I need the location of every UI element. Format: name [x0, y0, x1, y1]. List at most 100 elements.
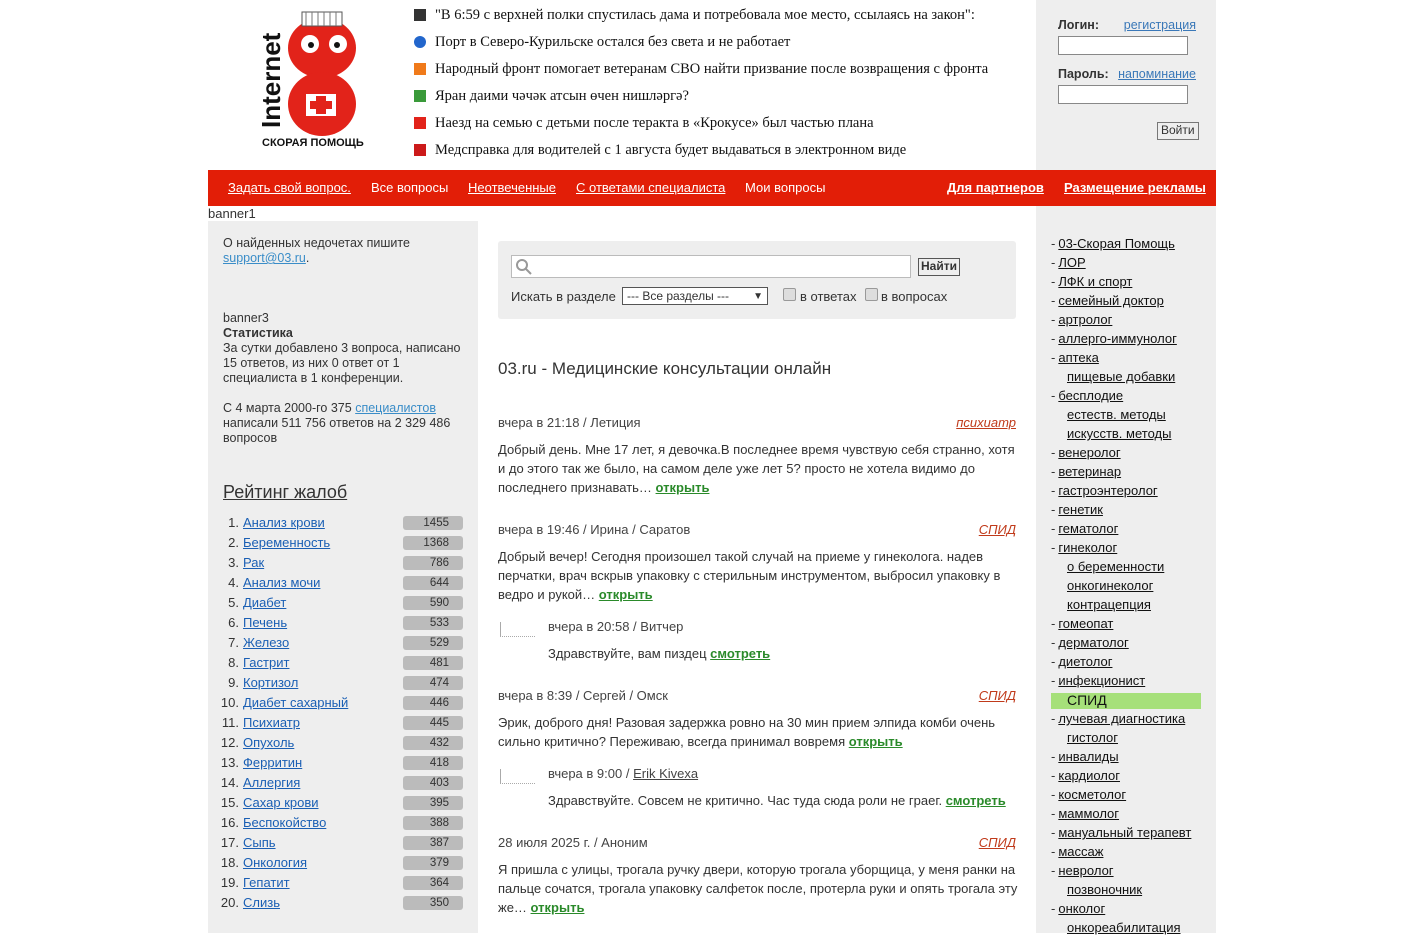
rating-topic-link[interactable]: Печень [243, 615, 287, 630]
rating-topic-link[interactable]: Онкология [243, 855, 307, 870]
rating-topic-link[interactable]: Психиатр [243, 715, 300, 730]
news-item[interactable]: Яран даими чәчәк атсын өчен нишләргә? [412, 87, 1012, 114]
rating-topic-link[interactable]: Анализ крови [243, 515, 325, 530]
nav-with-answers[interactable]: С ответами специалиста [576, 180, 725, 195]
section-link[interactable]: контрацепция [1067, 597, 1151, 612]
news-item[interactable]: Медсправка для водителей с 1 августа буд… [412, 141, 1012, 168]
section-item[interactable]: - бесплодие [1051, 388, 1123, 403]
nav-unanswered[interactable]: Неотвеченные [468, 180, 556, 195]
section-link[interactable]: генетик [1058, 502, 1103, 517]
section-link[interactable]: лучевая диагностика [1058, 711, 1185, 726]
news-text[interactable]: Яран даими чәчәк атсын өчен нишләргә? [435, 88, 689, 104]
section-item[interactable]: - ЛОР [1051, 255, 1086, 270]
nav-advertising[interactable]: Размещение рекламы [1064, 180, 1206, 195]
section-link[interactable]: гастроэнтеролог [1058, 483, 1157, 498]
search-input[interactable] [511, 255, 911, 278]
rating-topic-link[interactable]: Диабет [243, 595, 286, 610]
section-item[interactable]: - невролог [1051, 863, 1114, 878]
rating-topic-link[interactable]: Опухоль [243, 735, 294, 750]
section-item[interactable]: гистолог [1067, 730, 1118, 745]
section-link[interactable]: косметолог [1058, 787, 1126, 802]
section-link[interactable]: бесплодие [1058, 388, 1123, 403]
support-email-link[interactable]: support@03.ru [223, 251, 306, 265]
rating-topic-link[interactable]: Беременность [243, 535, 330, 550]
rating-topic-link[interactable]: Беспокойство [243, 815, 326, 830]
section-item[interactable]: пищевые добавки [1067, 369, 1175, 384]
news-item[interactable]: Порт в Северо-Курильске остался без свет… [412, 33, 1012, 60]
section-item[interactable]: - лучевая диагностика [1051, 711, 1185, 726]
news-text[interactable]: "В 6:59 с верхней полки спустилась дама … [435, 7, 975, 23]
section-item[interactable]: - гематолог [1051, 521, 1118, 536]
section-link[interactable]: гомеопат [1058, 616, 1113, 631]
nav-all-questions[interactable]: Все вопросы [371, 180, 448, 195]
section-item[interactable]: о беременности [1067, 559, 1164, 574]
news-item[interactable]: "В 6:59 с верхней полки спустилась дама … [412, 6, 1012, 33]
nav-my-questions[interactable]: Мои вопросы [745, 180, 825, 195]
news-text[interactable]: Порт в Северо-Курильске остался без свет… [435, 34, 790, 50]
section-item[interactable]: позвоночник [1067, 882, 1142, 897]
answer-author-link[interactable]: Erik Kivexa [633, 766, 698, 781]
section-item[interactable]: искусств. методы [1067, 426, 1171, 441]
section-item[interactable]: - ветеринар [1051, 464, 1121, 479]
question-category-link[interactable]: СПИД [979, 522, 1016, 537]
section-item[interactable]: - маммолог [1051, 806, 1119, 821]
section-link[interactable]: инвалиды [1058, 749, 1118, 764]
section-link[interactable]: аллерго-иммунолог [1058, 331, 1177, 346]
section-link[interactable]: мануальный терапевт [1058, 825, 1191, 840]
site-logo[interactable]: Internet СКОРАЯ ПОМОЩЬ [256, 8, 372, 152]
rating-topic-link[interactable]: Сыпь [243, 835, 276, 850]
section-link[interactable]: ветеринар [1058, 464, 1121, 479]
news-item[interactable]: Наезд на семью с детьми после теракта в … [412, 114, 1012, 141]
section-item[interactable]: - гастроэнтеролог [1051, 483, 1158, 498]
open-question-link[interactable]: открыть [656, 480, 710, 495]
remind-link[interactable]: напоминание [1118, 67, 1196, 81]
question-category-link[interactable]: СПИД [979, 688, 1016, 703]
section-link[interactable]: онколог [1058, 901, 1105, 916]
nav-ask-question[interactable]: Задать свой вопрос. [228, 180, 351, 195]
view-answer-link[interactable]: смотреть [946, 793, 1006, 808]
rating-topic-link[interactable]: Слизь [243, 895, 280, 910]
rating-topic-link[interactable]: Рак [243, 555, 264, 570]
section-select[interactable]: --- Все разделы --- ▼ [622, 287, 768, 305]
section-item[interactable]: - венеролог [1051, 445, 1121, 460]
rating-topic-link[interactable]: Ферритин [243, 755, 302, 770]
section-item[interactable]: контрацепция [1067, 597, 1151, 612]
section-item[interactable]: - инфекционист [1051, 673, 1145, 688]
section-link[interactable]: маммолог [1058, 806, 1119, 821]
section-link[interactable]: ЛОР [1058, 255, 1085, 270]
section-link[interactable]: ЛФК и спорт [1058, 274, 1132, 289]
rating-topic-link[interactable]: Гепатит [243, 875, 290, 890]
section-item[interactable]: онкогинеколог [1067, 578, 1153, 593]
section-item[interactable]: - кардиолог [1051, 768, 1120, 783]
rating-topic-link[interactable]: Кортизол [243, 675, 298, 690]
news-item[interactable]: Народный фронт помогает ветеранам СВО на… [412, 60, 1012, 87]
section-item[interactable]: - аллерго-иммунолог [1051, 331, 1177, 346]
login-button[interactable]: Войти [1157, 122, 1199, 140]
section-link[interactable]: кардиолог [1058, 768, 1120, 783]
question-category-link[interactable]: СПИД [979, 835, 1016, 850]
rating-topic-link[interactable]: Анализ мочи [243, 575, 320, 590]
section-link[interactable]: СПИД [1067, 692, 1107, 708]
section-item[interactable]: -03-Скорая Помощь [1051, 236, 1175, 251]
rating-topic-link[interactable]: Железо [243, 635, 289, 650]
search-button[interactable]: Найти [918, 258, 960, 276]
open-question-link[interactable]: открыть [599, 587, 653, 602]
nav-partners[interactable]: Для партнеров [947, 180, 1044, 195]
section-link[interactable]: гинеколог [1058, 540, 1117, 555]
news-text[interactable]: Народный фронт помогает ветеранам СВО на… [435, 61, 988, 77]
register-link[interactable]: регистрация [1124, 18, 1196, 32]
section-item[interactable]: - массаж [1051, 844, 1103, 859]
in-answers-checkbox[interactable] [783, 288, 796, 301]
section-item[interactable]: - ЛФК и спорт [1051, 274, 1132, 289]
section-link[interactable]: искусств. методы [1067, 426, 1171, 441]
news-text[interactable]: Медсправка для водителей с 1 августа буд… [435, 142, 906, 158]
section-item[interactable]: - мануальный терапевт [1051, 825, 1191, 840]
login-input[interactable] [1058, 36, 1188, 55]
section-link[interactable]: естеств. методы [1067, 407, 1166, 422]
section-link[interactable]: 03-Скорая Помощь [1058, 236, 1175, 251]
section-item[interactable]: естеств. методы [1067, 407, 1166, 422]
section-item[interactable]: - генетик [1051, 502, 1103, 517]
in-questions-checkbox[interactable] [865, 288, 878, 301]
section-link[interactable]: семейный доктор [1058, 293, 1163, 308]
section-item[interactable]: - артролог [1051, 312, 1112, 327]
